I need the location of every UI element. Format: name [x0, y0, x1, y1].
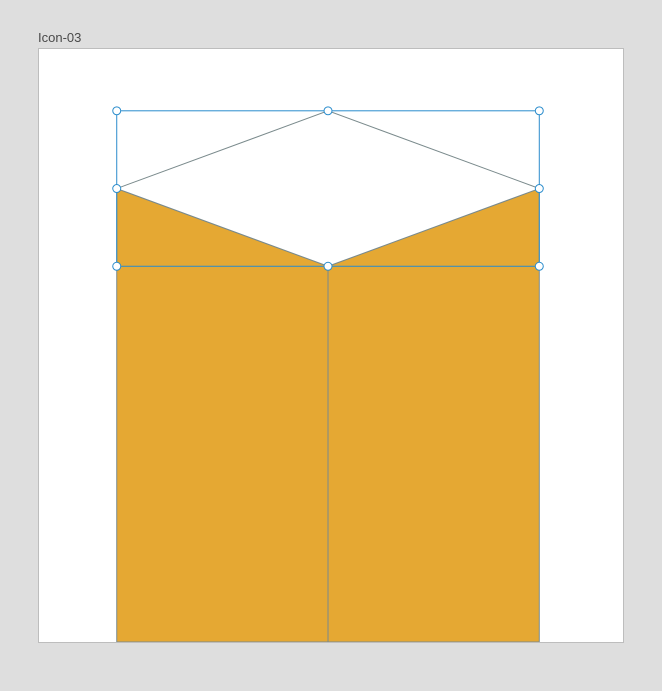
selection-handle[interactable]: [324, 107, 332, 115]
selection-handle[interactable]: [535, 107, 543, 115]
selection-handle[interactable]: [535, 262, 543, 270]
selection-handle[interactable]: [113, 107, 121, 115]
cube-left-face[interactable]: [117, 189, 328, 642]
workspace: Icon-03: [0, 0, 662, 691]
artboard-label[interactable]: Icon-03: [38, 30, 81, 45]
selection-handle[interactable]: [324, 262, 332, 270]
artboard[interactable]: [38, 48, 624, 643]
selection-handle[interactable]: [113, 262, 121, 270]
cube-right-face[interactable]: [328, 189, 539, 642]
selection-handle[interactable]: [113, 185, 121, 193]
vector-canvas[interactable]: [39, 49, 623, 642]
selection-handle[interactable]: [535, 185, 543, 193]
